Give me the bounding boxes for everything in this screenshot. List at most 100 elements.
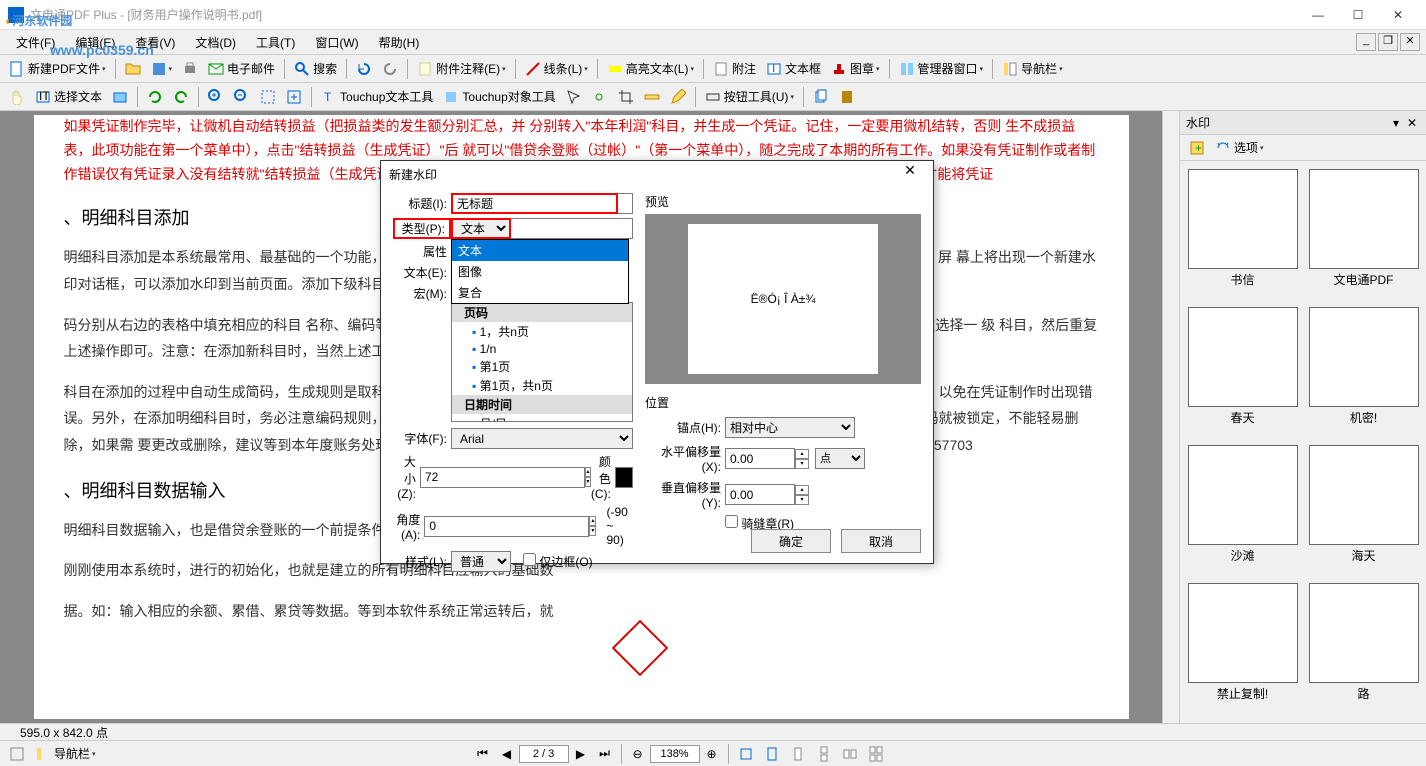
print-icon[interactable] bbox=[178, 58, 202, 80]
dlg-ok-button[interactable]: 确定 bbox=[751, 529, 831, 553]
copy-icon[interactable] bbox=[809, 86, 833, 108]
zoom-region-icon[interactable] bbox=[256, 86, 280, 108]
dlg-title-input[interactable] bbox=[451, 193, 618, 214]
wm-template[interactable]: 路 bbox=[1305, 583, 1422, 715]
prev-page-icon[interactable]: ◀ bbox=[496, 743, 518, 765]
highlight-text-button[interactable]: 高亮文本(L) bbox=[603, 58, 698, 80]
next-page-icon[interactable]: ▶ bbox=[570, 743, 592, 765]
nav-bar-button[interactable]: 导航栏 bbox=[998, 58, 1067, 80]
wm-template[interactable]: 春天 bbox=[1184, 307, 1301, 439]
facing-icon[interactable] bbox=[838, 743, 862, 765]
crop-icon[interactable] bbox=[614, 86, 638, 108]
snapshot-icon[interactable] bbox=[108, 86, 132, 108]
undo-icon[interactable] bbox=[352, 58, 376, 80]
save-icon[interactable] bbox=[147, 58, 177, 80]
attach-note-button[interactable]: 附件注释(E) bbox=[413, 58, 510, 80]
sidepanel-dropdown-icon[interactable]: ▾ bbox=[1388, 116, 1404, 130]
mdi-minimize[interactable]: _ bbox=[1356, 33, 1376, 51]
open-icon[interactable] bbox=[121, 58, 145, 80]
dialog-titlebar[interactable]: 新建水印 ✕ bbox=[381, 161, 933, 187]
dlg-style-select[interactable]: 普通 bbox=[451, 551, 511, 572]
sb-zoom-in-icon[interactable]: ⊕ bbox=[701, 743, 723, 765]
macro-item[interactable]: 第1页 bbox=[452, 357, 632, 376]
single-page-icon[interactable] bbox=[786, 743, 810, 765]
horizontal-scrollbar[interactable]: 595.0 x 842.0 点 bbox=[0, 723, 1426, 740]
zoom-out-icon[interactable] bbox=[230, 86, 254, 108]
dlg-hoffset-input[interactable] bbox=[725, 448, 795, 469]
sb-pane-icon[interactable] bbox=[5, 743, 29, 765]
rotate-cw-icon[interactable] bbox=[169, 86, 193, 108]
sidepanel-close-icon[interactable]: ✕ bbox=[1404, 116, 1420, 130]
dlg-type-select[interactable]: 文本 bbox=[451, 218, 511, 239]
menu-help[interactable]: 帮助(H) bbox=[369, 31, 430, 54]
wm-template[interactable]: 文电通PDF bbox=[1305, 169, 1422, 301]
hand-icon[interactable] bbox=[5, 86, 29, 108]
macro-item[interactable]: 1/n bbox=[452, 341, 632, 357]
email-button[interactable]: 电子邮件 bbox=[204, 58, 279, 80]
wm-template[interactable]: 海天 bbox=[1305, 445, 1422, 577]
window-minimize[interactable]: — bbox=[1298, 0, 1338, 30]
fit-page-icon[interactable] bbox=[760, 743, 784, 765]
measure-icon[interactable] bbox=[640, 86, 664, 108]
zoom-dynamic-icon[interactable] bbox=[282, 86, 306, 108]
dlg-angle-input[interactable] bbox=[424, 516, 589, 537]
sb-zoom-out-icon[interactable]: ⊖ bbox=[627, 743, 649, 765]
search-button[interactable]: 搜索 bbox=[290, 58, 341, 80]
wm-template[interactable]: 禁止复制! bbox=[1184, 583, 1301, 715]
touchup-object-button[interactable]: Touchup对象工具 bbox=[439, 86, 559, 108]
page-input[interactable] bbox=[519, 745, 569, 763]
zoom-in-icon[interactable] bbox=[204, 86, 228, 108]
dlg-voffset-spinner[interactable]: ▴▾ bbox=[795, 485, 809, 505]
menu-tools[interactable]: 工具(T) bbox=[246, 31, 305, 54]
touchup-text-button[interactable]: TTouchup文本工具 bbox=[317, 86, 437, 108]
dlg-unit-select[interactable]: 点 bbox=[815, 448, 865, 469]
dlg-anchor-select[interactable]: 相对中心 bbox=[725, 417, 855, 438]
vertical-scrollbar[interactable] bbox=[1162, 111, 1179, 723]
last-page-icon[interactable]: ⏭ bbox=[594, 743, 616, 765]
dropdown-option[interactable]: 图像 bbox=[452, 261, 628, 282]
line-button[interactable]: 线条(L) bbox=[521, 58, 592, 80]
fit-width-icon[interactable] bbox=[734, 743, 758, 765]
dropdown-option[interactable]: 文本 bbox=[452, 240, 628, 261]
macro-item[interactable]: 第1页，共n页 bbox=[452, 376, 632, 395]
dlg-angle-spinner[interactable]: ▴▾ bbox=[589, 516, 596, 536]
dlg-size-input[interactable] bbox=[420, 467, 585, 488]
wm-template[interactable]: 沙滩 bbox=[1184, 445, 1301, 577]
mdi-close[interactable]: ✕ bbox=[1400, 33, 1420, 51]
dlg-color-swatch[interactable] bbox=[615, 467, 633, 488]
dlg-macro-list[interactable]: 页码 1，共n页 1/n 第1页 第1页，共n页 日期时间 月/日 bbox=[451, 302, 633, 422]
form-button-tool[interactable]: 按钮工具(U) bbox=[701, 86, 798, 108]
dlg-hoffset-spinner[interactable]: ▴▾ bbox=[795, 449, 809, 469]
redo-icon[interactable] bbox=[378, 58, 402, 80]
select-text-button[interactable]: IT选择文本 bbox=[31, 86, 106, 108]
first-page-icon[interactable]: ⏮ bbox=[472, 743, 494, 765]
add-watermark-icon[interactable]: + bbox=[1185, 137, 1209, 159]
macro-item[interactable]: 1，共n页 bbox=[452, 322, 632, 341]
pencil-icon[interactable] bbox=[666, 86, 690, 108]
menu-window[interactable]: 窗口(W) bbox=[305, 31, 368, 54]
new-pdf-button[interactable]: 新建PDF文件 bbox=[5, 58, 110, 80]
textbox-button[interactable]: T文本框 bbox=[762, 58, 825, 80]
window-maximize[interactable]: ☐ bbox=[1338, 0, 1378, 30]
paste-icon[interactable] bbox=[835, 86, 859, 108]
link-icon[interactable] bbox=[588, 86, 612, 108]
zoom-input[interactable] bbox=[650, 745, 700, 763]
macro-item[interactable]: 月/日 bbox=[452, 414, 632, 422]
dlg-voffset-input[interactable] bbox=[725, 484, 795, 505]
stamp-button[interactable]: 图章 bbox=[827, 58, 884, 80]
dropdown-option[interactable]: 复合 bbox=[452, 282, 628, 303]
dlg-font-select[interactable]: Arial bbox=[451, 428, 633, 449]
wm-template[interactable]: 机密! bbox=[1305, 307, 1422, 439]
dialog-close-icon[interactable]: ✕ bbox=[895, 162, 925, 186]
facing-continuous-icon[interactable] bbox=[864, 743, 888, 765]
dlg-cancel-button[interactable]: 取消 bbox=[841, 529, 921, 553]
attachment-button[interactable]: 附注 bbox=[709, 58, 760, 80]
wm-template[interactable]: 书信 bbox=[1184, 169, 1301, 301]
options-button[interactable]: 选项 bbox=[1211, 137, 1268, 159]
menu-document[interactable]: 文档(D) bbox=[185, 31, 246, 54]
manager-window-button[interactable]: 管理器窗口 bbox=[895, 58, 988, 80]
continuous-icon[interactable] bbox=[812, 743, 836, 765]
dlg-outline-checkbox[interactable]: 仅边框(O) bbox=[523, 553, 597, 570]
window-close[interactable]: ✕ bbox=[1378, 0, 1418, 30]
sb-nav-bar[interactable]: 导航栏 bbox=[31, 743, 100, 765]
